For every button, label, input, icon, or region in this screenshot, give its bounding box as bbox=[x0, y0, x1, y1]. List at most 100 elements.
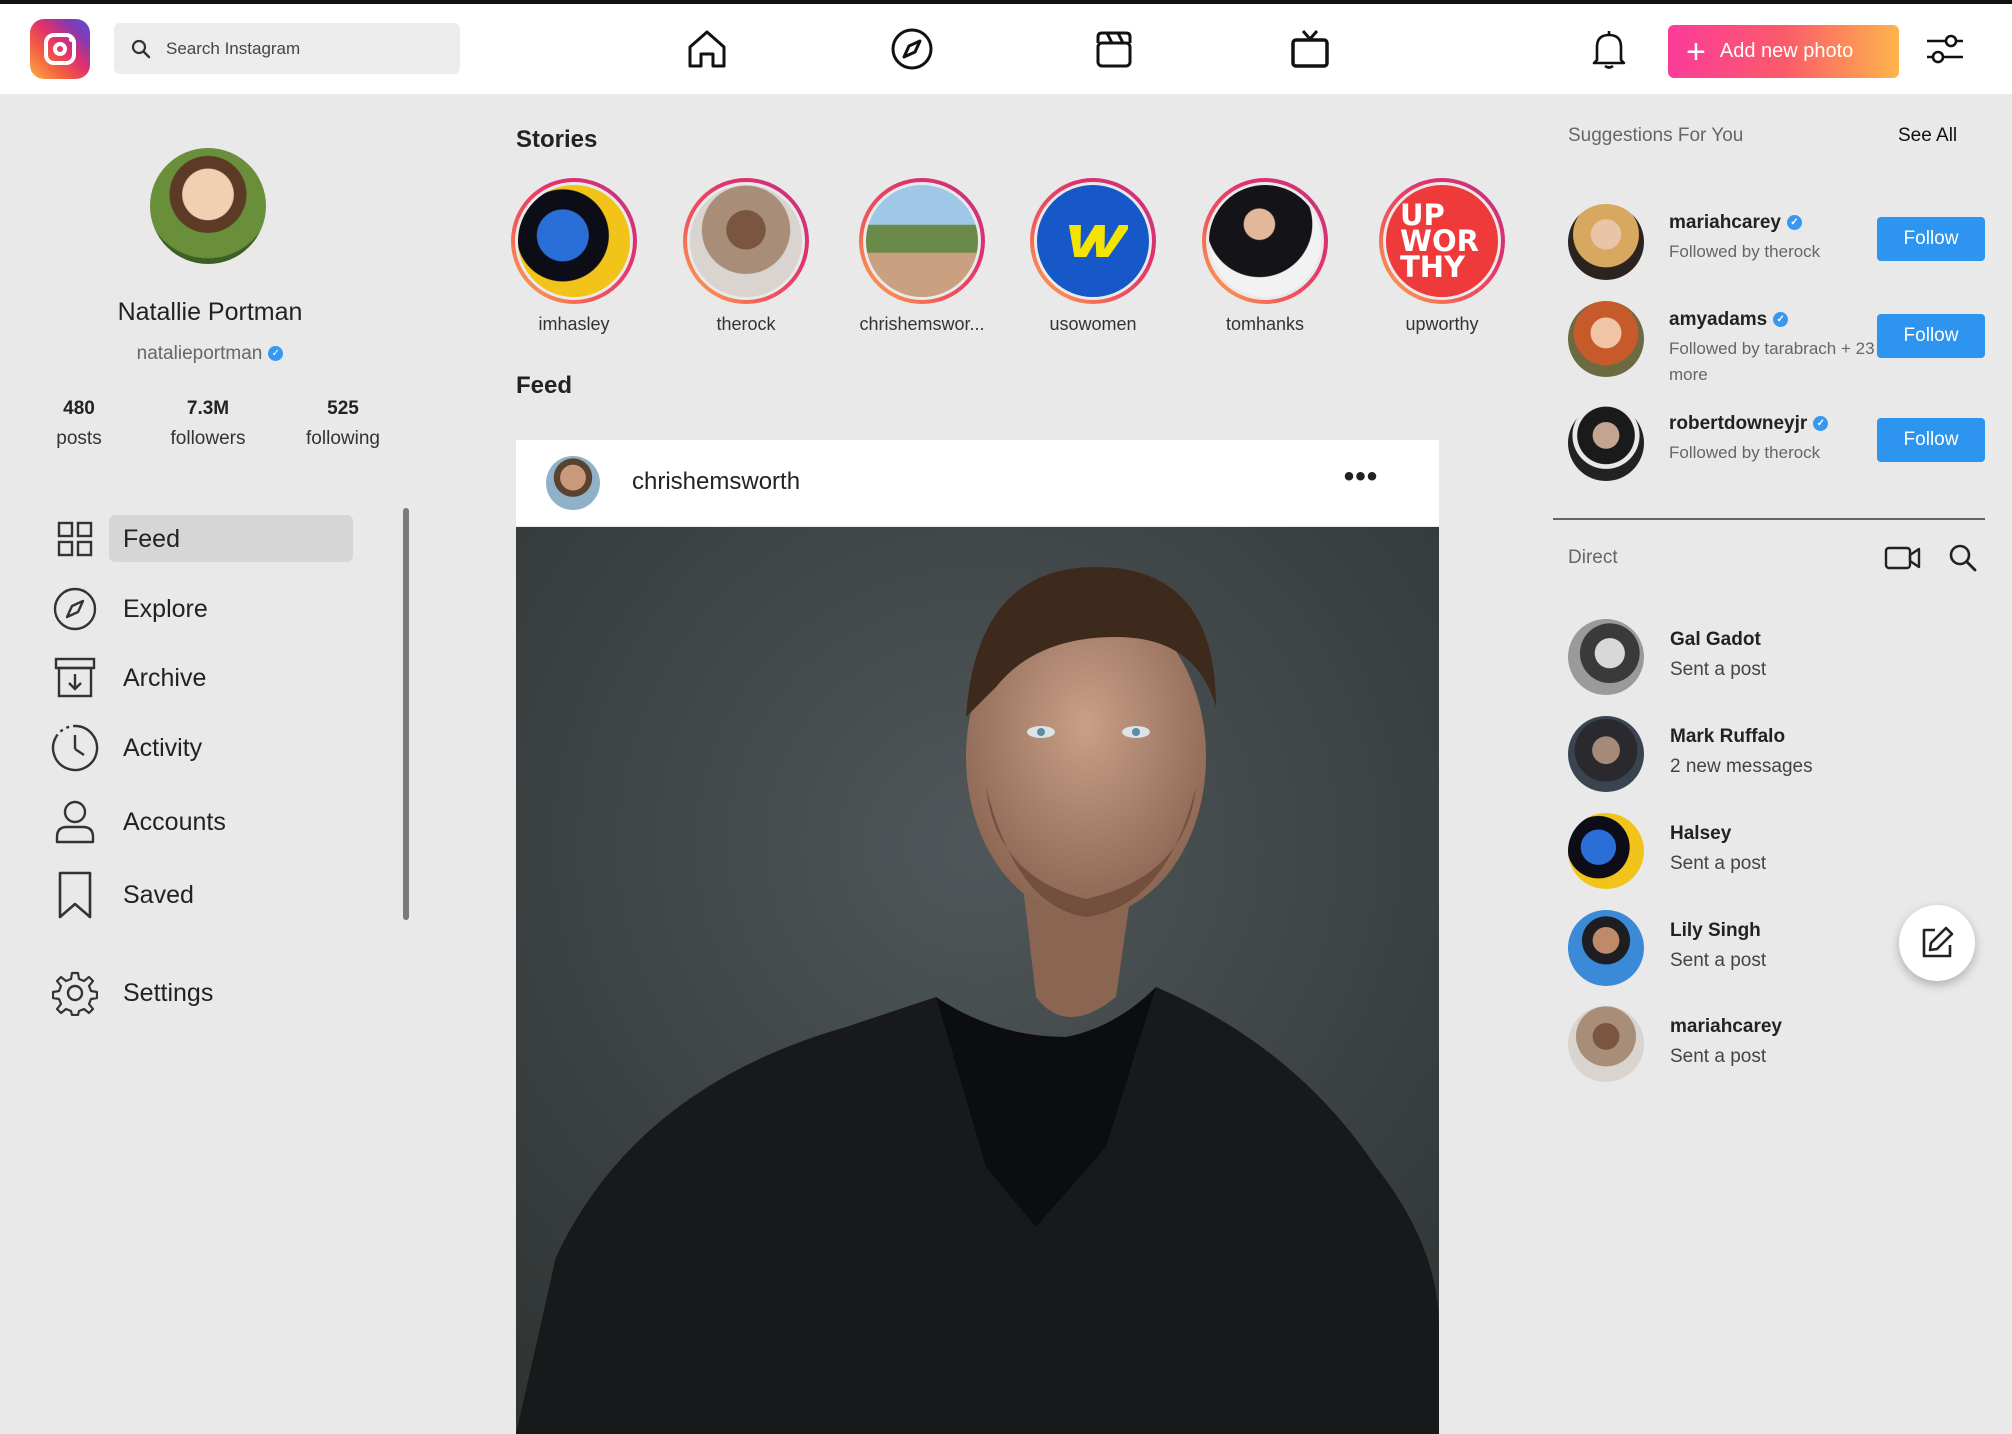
menu-item-archive[interactable]: Archive bbox=[50, 654, 360, 702]
story-item[interactable]: imhasley bbox=[489, 178, 659, 335]
igtv-icon[interactable] bbox=[1287, 26, 1333, 72]
post-author-username[interactable]: chrishemsworth bbox=[632, 468, 800, 496]
dm-name: mariahcarey bbox=[1670, 1016, 1782, 1037]
suggestion-avatar[interactable] bbox=[1568, 405, 1644, 481]
plus-icon: + bbox=[1686, 32, 1706, 71]
stat-following-num: 525 bbox=[327, 398, 359, 419]
menu-label-saved: Saved bbox=[123, 880, 194, 909]
stories-title: Stories bbox=[516, 126, 598, 153]
gear-icon bbox=[50, 968, 100, 1018]
direct-message-item[interactable]: mariahcarey Sent a post bbox=[1568, 1006, 1898, 1084]
story-item[interactable]: UP WOR THY upworthy bbox=[1357, 178, 1527, 335]
menu-item-settings[interactable]: Settings bbox=[50, 969, 360, 1017]
upworthy-logo-text: UP WOR THY bbox=[1400, 198, 1479, 284]
compose-message-button[interactable] bbox=[1899, 905, 1975, 981]
story-avatar bbox=[687, 182, 805, 300]
add-new-photo-button[interactable]: + Add new photo bbox=[1668, 25, 1899, 78]
activity-clock-icon bbox=[50, 723, 100, 773]
menu-item-feed[interactable]: Feed bbox=[50, 515, 360, 563]
suggestion-username[interactable]: amyadams ✓ bbox=[1669, 309, 1789, 331]
story-username: chrishemswor... bbox=[859, 314, 985, 334]
verified-badge-icon: ✓ bbox=[268, 346, 284, 362]
dm-name: Mark Ruffalo bbox=[1670, 726, 1786, 747]
compass-icon bbox=[50, 584, 100, 634]
stat-posts-num: 480 bbox=[63, 398, 95, 419]
direct-message-item[interactable]: Lily Singh Sent a post bbox=[1568, 910, 1898, 988]
archive-box-icon bbox=[50, 653, 100, 703]
profile-name: Natallie Portman bbox=[117, 298, 303, 326]
dm-preview: 2 new messages bbox=[1670, 756, 1813, 777]
menu-label-accounts: Accounts bbox=[123, 807, 226, 836]
post-header: chrishemsworth ••• bbox=[516, 440, 1439, 526]
direct-message-item[interactable]: Gal Gadot Sent a post bbox=[1568, 619, 1898, 697]
story-username: tomhanks bbox=[1225, 314, 1305, 334]
stat-posts[interactable]: 480 posts bbox=[19, 398, 139, 450]
stat-followers-label: followers bbox=[170, 428, 246, 449]
reels-clapper-icon[interactable] bbox=[1091, 26, 1137, 72]
suggestion-item: robertdowneyjr ✓ Followed by therock Foll… bbox=[1568, 405, 1998, 485]
story-avatar bbox=[1206, 182, 1324, 300]
suggestion-username[interactable]: robertdowneyjr ✓ bbox=[1669, 413, 1829, 435]
suggestion-followed-by: Followed by therock bbox=[1669, 242, 1821, 261]
story-username: upworthy bbox=[1405, 314, 1479, 334]
profile-handle-text: natalieportman bbox=[136, 343, 263, 364]
post-image[interactable] bbox=[516, 527, 1439, 1434]
direct-search-icon[interactable] bbox=[1943, 538, 1983, 578]
stat-followers[interactable]: 7.3M followers bbox=[148, 398, 268, 450]
video-camera-icon[interactable] bbox=[1883, 538, 1923, 578]
menu-label-feed: Feed bbox=[123, 524, 180, 553]
dm-name: Halsey bbox=[1670, 823, 1732, 844]
follow-button[interactable]: Follow bbox=[1877, 314, 1985, 358]
home-icon[interactable] bbox=[684, 26, 730, 72]
menu-item-explore[interactable]: Explore bbox=[50, 585, 360, 633]
feed-title: Feed bbox=[516, 372, 573, 399]
suggestion-username[interactable]: mariahcarey ✓ bbox=[1669, 212, 1802, 234]
top-bar: + Add new photo bbox=[0, 0, 2012, 94]
filter-sliders-icon[interactable] bbox=[1922, 26, 1968, 72]
dm-preview: Sent a post bbox=[1670, 950, 1767, 971]
story-username: imhasley bbox=[538, 314, 610, 334]
dm-name: Gal Gadot bbox=[1670, 629, 1761, 650]
dm-avatar bbox=[1568, 619, 1644, 695]
menu-item-activity[interactable]: Activity bbox=[50, 724, 360, 772]
story-item[interactable]: usowomen bbox=[1008, 178, 1178, 335]
menu-label-settings: Settings bbox=[123, 978, 214, 1007]
direct-title: Direct bbox=[1568, 547, 1618, 568]
stat-following[interactable]: 525 following bbox=[283, 398, 403, 450]
bell-icon[interactable] bbox=[1586, 26, 1632, 72]
search-input[interactable] bbox=[166, 23, 446, 74]
menu-label-explore: Explore bbox=[123, 594, 208, 623]
sidebar-scrollbar[interactable] bbox=[403, 508, 409, 920]
usowomen-logo-icon bbox=[1068, 225, 1128, 257]
bookmark-icon bbox=[50, 870, 100, 920]
profile-avatar[interactable] bbox=[150, 148, 266, 264]
story-item[interactable]: tomhanks bbox=[1180, 178, 1350, 335]
profile-handle: natalieportman ✓ bbox=[90, 343, 330, 365]
post-author-avatar[interactable] bbox=[546, 456, 600, 510]
story-username: therock bbox=[716, 314, 776, 334]
instagram-logo-icon[interactable] bbox=[30, 19, 90, 79]
suggestion-avatar[interactable] bbox=[1568, 204, 1644, 280]
story-avatar bbox=[515, 182, 633, 300]
stat-followers-num: 7.3M bbox=[186, 398, 230, 419]
menu-item-saved[interactable]: Saved bbox=[50, 871, 360, 919]
suggestion-avatar[interactable] bbox=[1568, 301, 1644, 377]
follow-button[interactable]: Follow bbox=[1877, 217, 1985, 261]
follow-button[interactable]: Follow bbox=[1877, 418, 1985, 462]
direct-message-item[interactable]: Halsey Sent a post bbox=[1568, 813, 1898, 891]
suggestion-item: amyadams ✓ Followed by tarabrach + 23 mor… bbox=[1568, 301, 1998, 384]
suggestion-followed-by: Followed by tarabrach + 23 more bbox=[1669, 339, 1875, 384]
search-box[interactable] bbox=[114, 23, 460, 74]
more-options-icon[interactable]: ••• bbox=[1336, 460, 1386, 500]
verified-badge-icon: ✓ bbox=[1786, 215, 1802, 231]
verified-badge-icon: ✓ bbox=[1773, 312, 1789, 328]
story-item[interactable]: chrishemswor... bbox=[837, 178, 1007, 335]
story-item[interactable]: therock bbox=[661, 178, 831, 335]
suggestion-followed-by: Followed by therock bbox=[1669, 443, 1821, 462]
see-all-link[interactable]: See All bbox=[1898, 125, 1957, 147]
menu-label-archive: Archive bbox=[123, 663, 207, 692]
menu-item-accounts[interactable]: Accounts bbox=[50, 798, 360, 846]
direct-message-item[interactable]: Mark Ruffalo 2 new messages bbox=[1568, 716, 1898, 794]
story-avatar bbox=[863, 182, 981, 300]
explore-compass-icon[interactable] bbox=[889, 26, 935, 72]
